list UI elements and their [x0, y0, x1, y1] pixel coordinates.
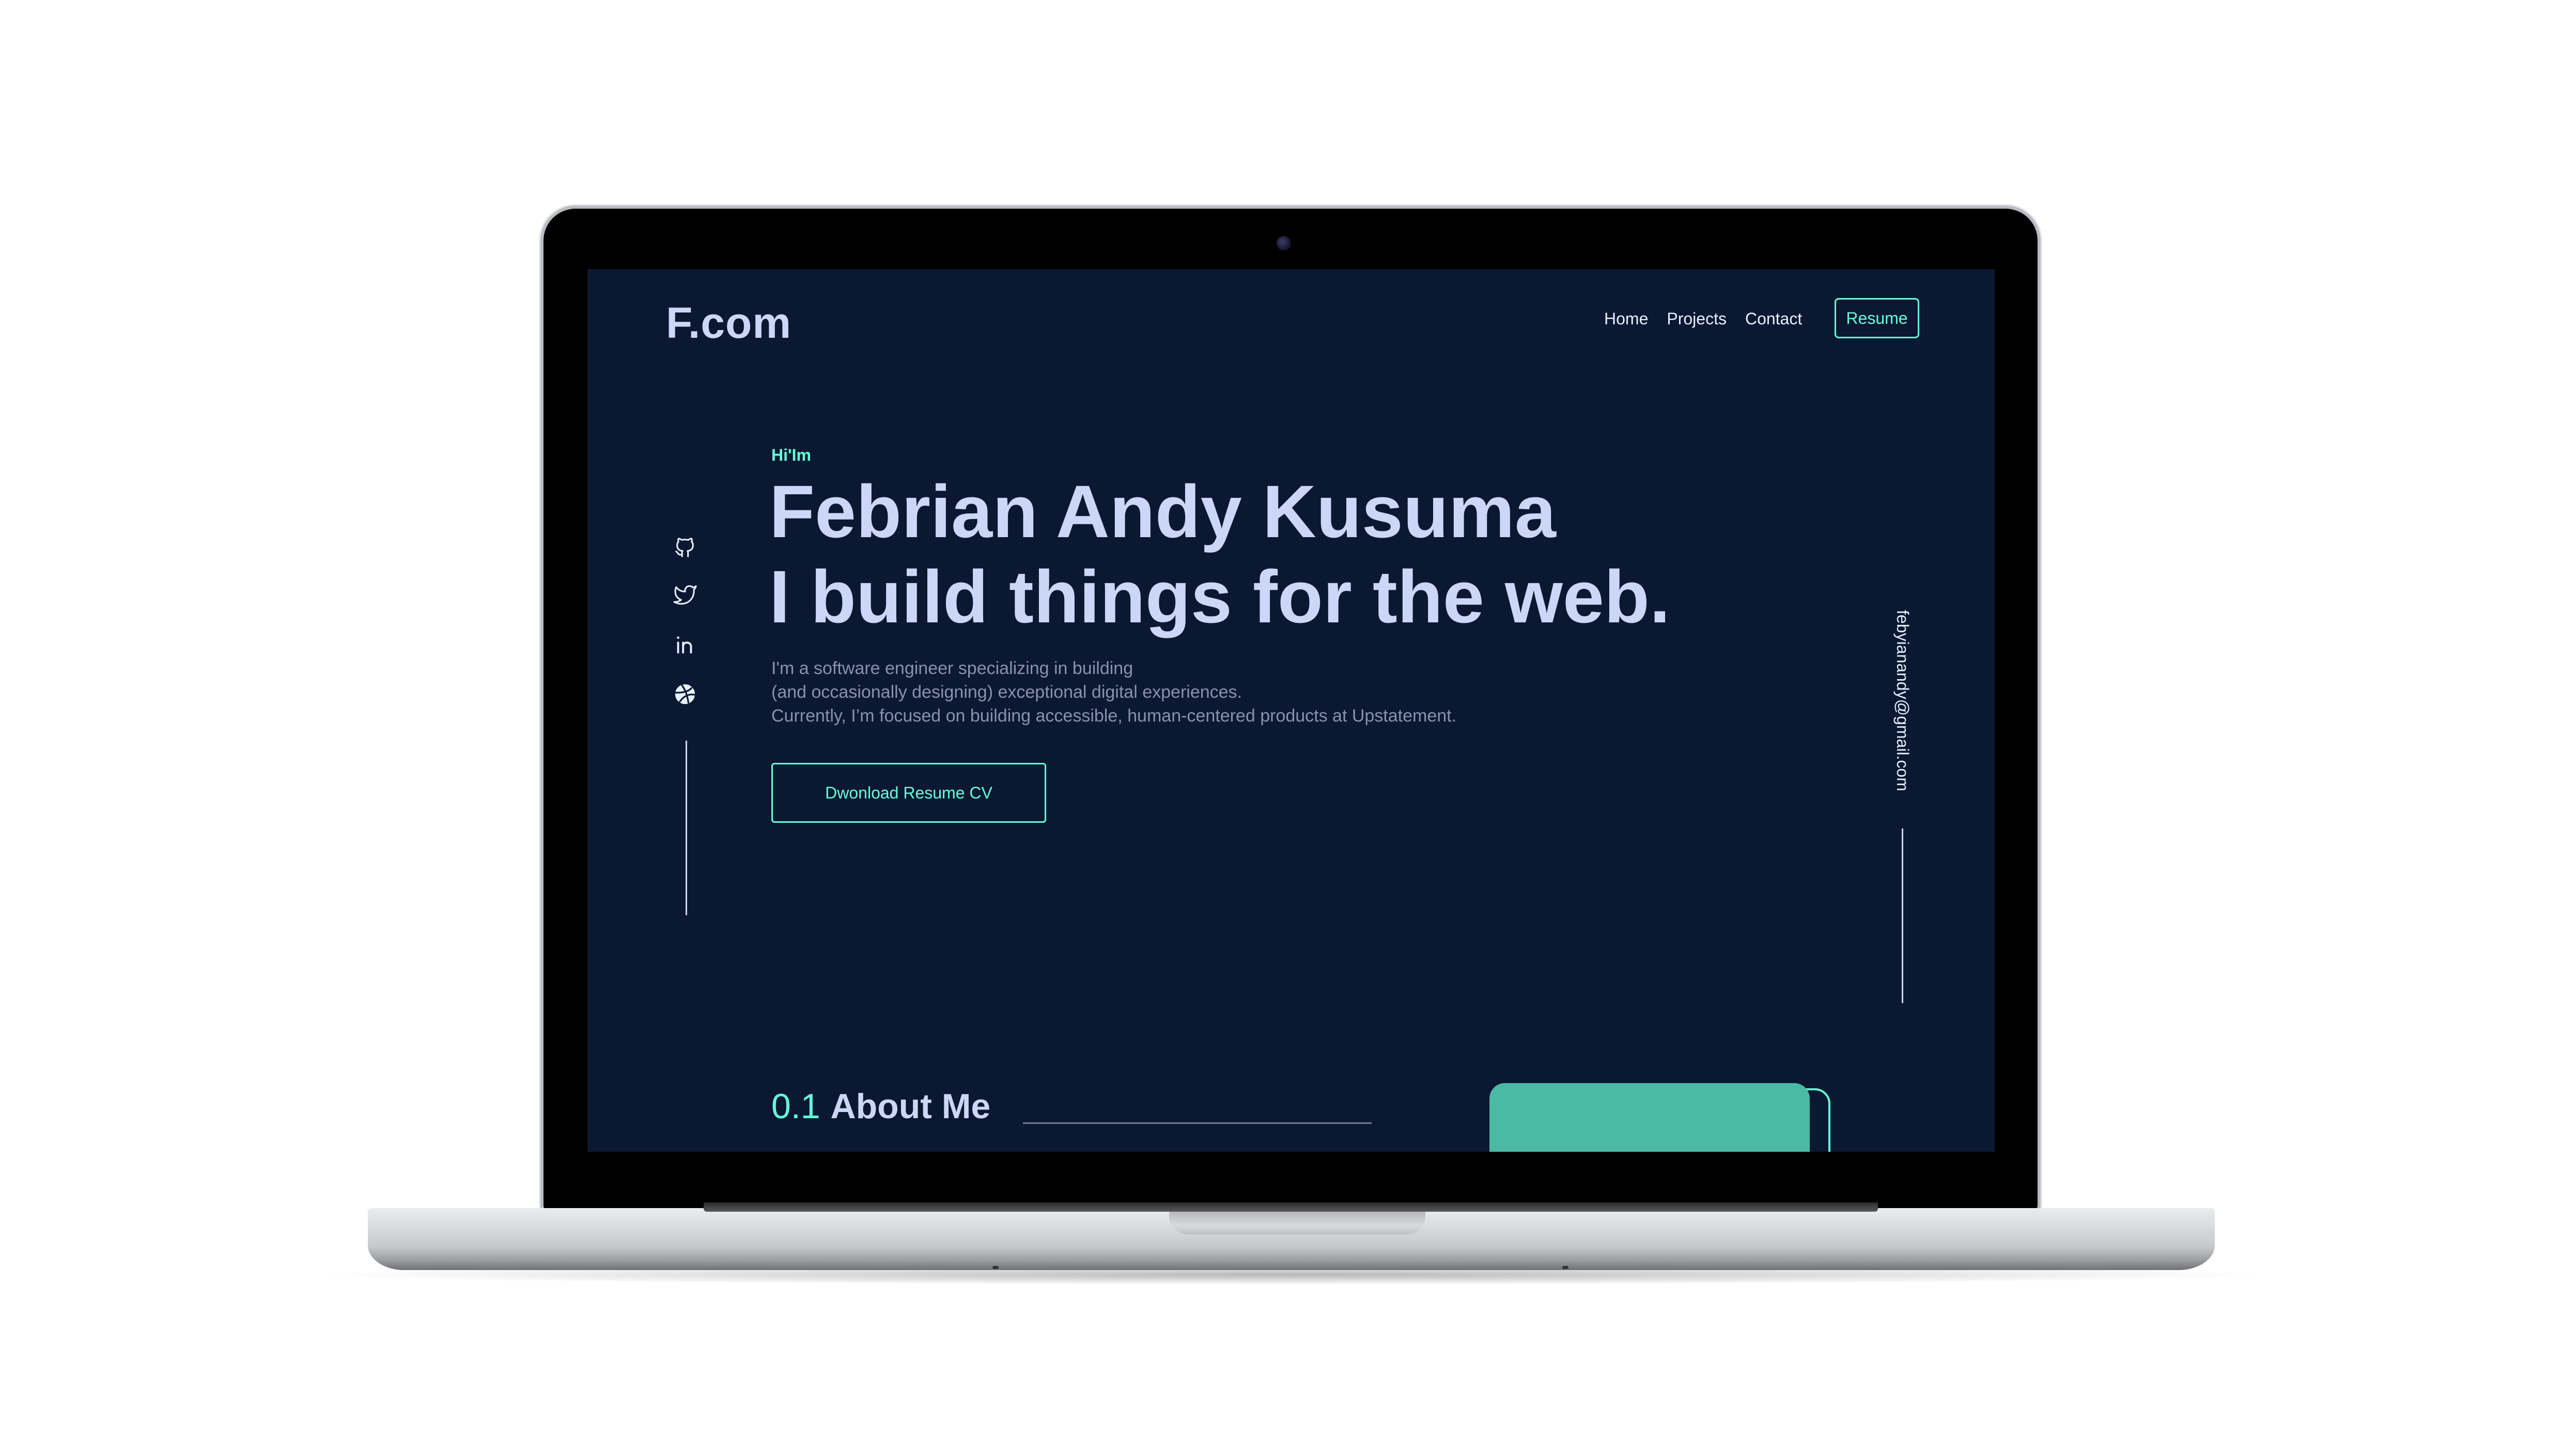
profile-photo: [1489, 1083, 1810, 1152]
download-resume-button[interactable]: Dwonload Resume CV: [771, 763, 1046, 823]
github-icon[interactable]: [673, 536, 697, 559]
hero-name: Febrian Andy Kusuma: [769, 470, 1556, 553]
nav-projects[interactable]: Projects: [1667, 309, 1727, 328]
laptop-hinge: [704, 1202, 1878, 1212]
laptop-foot: [1562, 1266, 1568, 1269]
hero-description: I'm a software engineer specializing in …: [771, 656, 1456, 728]
laptop-foot: [992, 1266, 999, 1269]
dribbble-icon[interactable]: [673, 682, 697, 706]
about-section-number: 0.1: [771, 1087, 820, 1126]
resume-button[interactable]: Resume: [1835, 298, 1919, 338]
website-screen: F.com Home Projects Contact Resume Hi'Im…: [587, 269, 1995, 1152]
about-heading: 0.1 About Me: [771, 1086, 990, 1126]
product-mockup: F.com Home Projects Contact Resume Hi'Im…: [0, 0, 2563, 1456]
hero-tagline: I build things for the web.: [769, 555, 1670, 638]
email-rail-line: [1902, 828, 1903, 1003]
about-section-title: About Me: [830, 1087, 991, 1126]
twitter-icon[interactable]: [673, 583, 697, 607]
webcam: [1277, 236, 1291, 251]
main-nav: Home Projects Contact: [1604, 309, 1802, 328]
nav-home[interactable]: Home: [1604, 309, 1648, 328]
linkedin-icon[interactable]: [673, 633, 697, 656]
nav-contact[interactable]: Contact: [1745, 309, 1802, 328]
hero-description-line: I'm a software engineer specializing in …: [771, 659, 1133, 678]
hero-description-line: Currently, I’m focused on building acces…: [771, 706, 1457, 726]
hero-greeting: Hi'Im: [771, 446, 811, 464]
about-divider: [1023, 1122, 1372, 1124]
brand-logo[interactable]: F.com: [666, 298, 791, 348]
hero-description-line: (and occasionally designing) exceptional…: [771, 682, 1242, 702]
laptop-notch: [1169, 1212, 1425, 1234]
social-rail-line: [686, 741, 687, 915]
email-link[interactable]: febyianandy@gmail.com: [1893, 610, 1912, 791]
